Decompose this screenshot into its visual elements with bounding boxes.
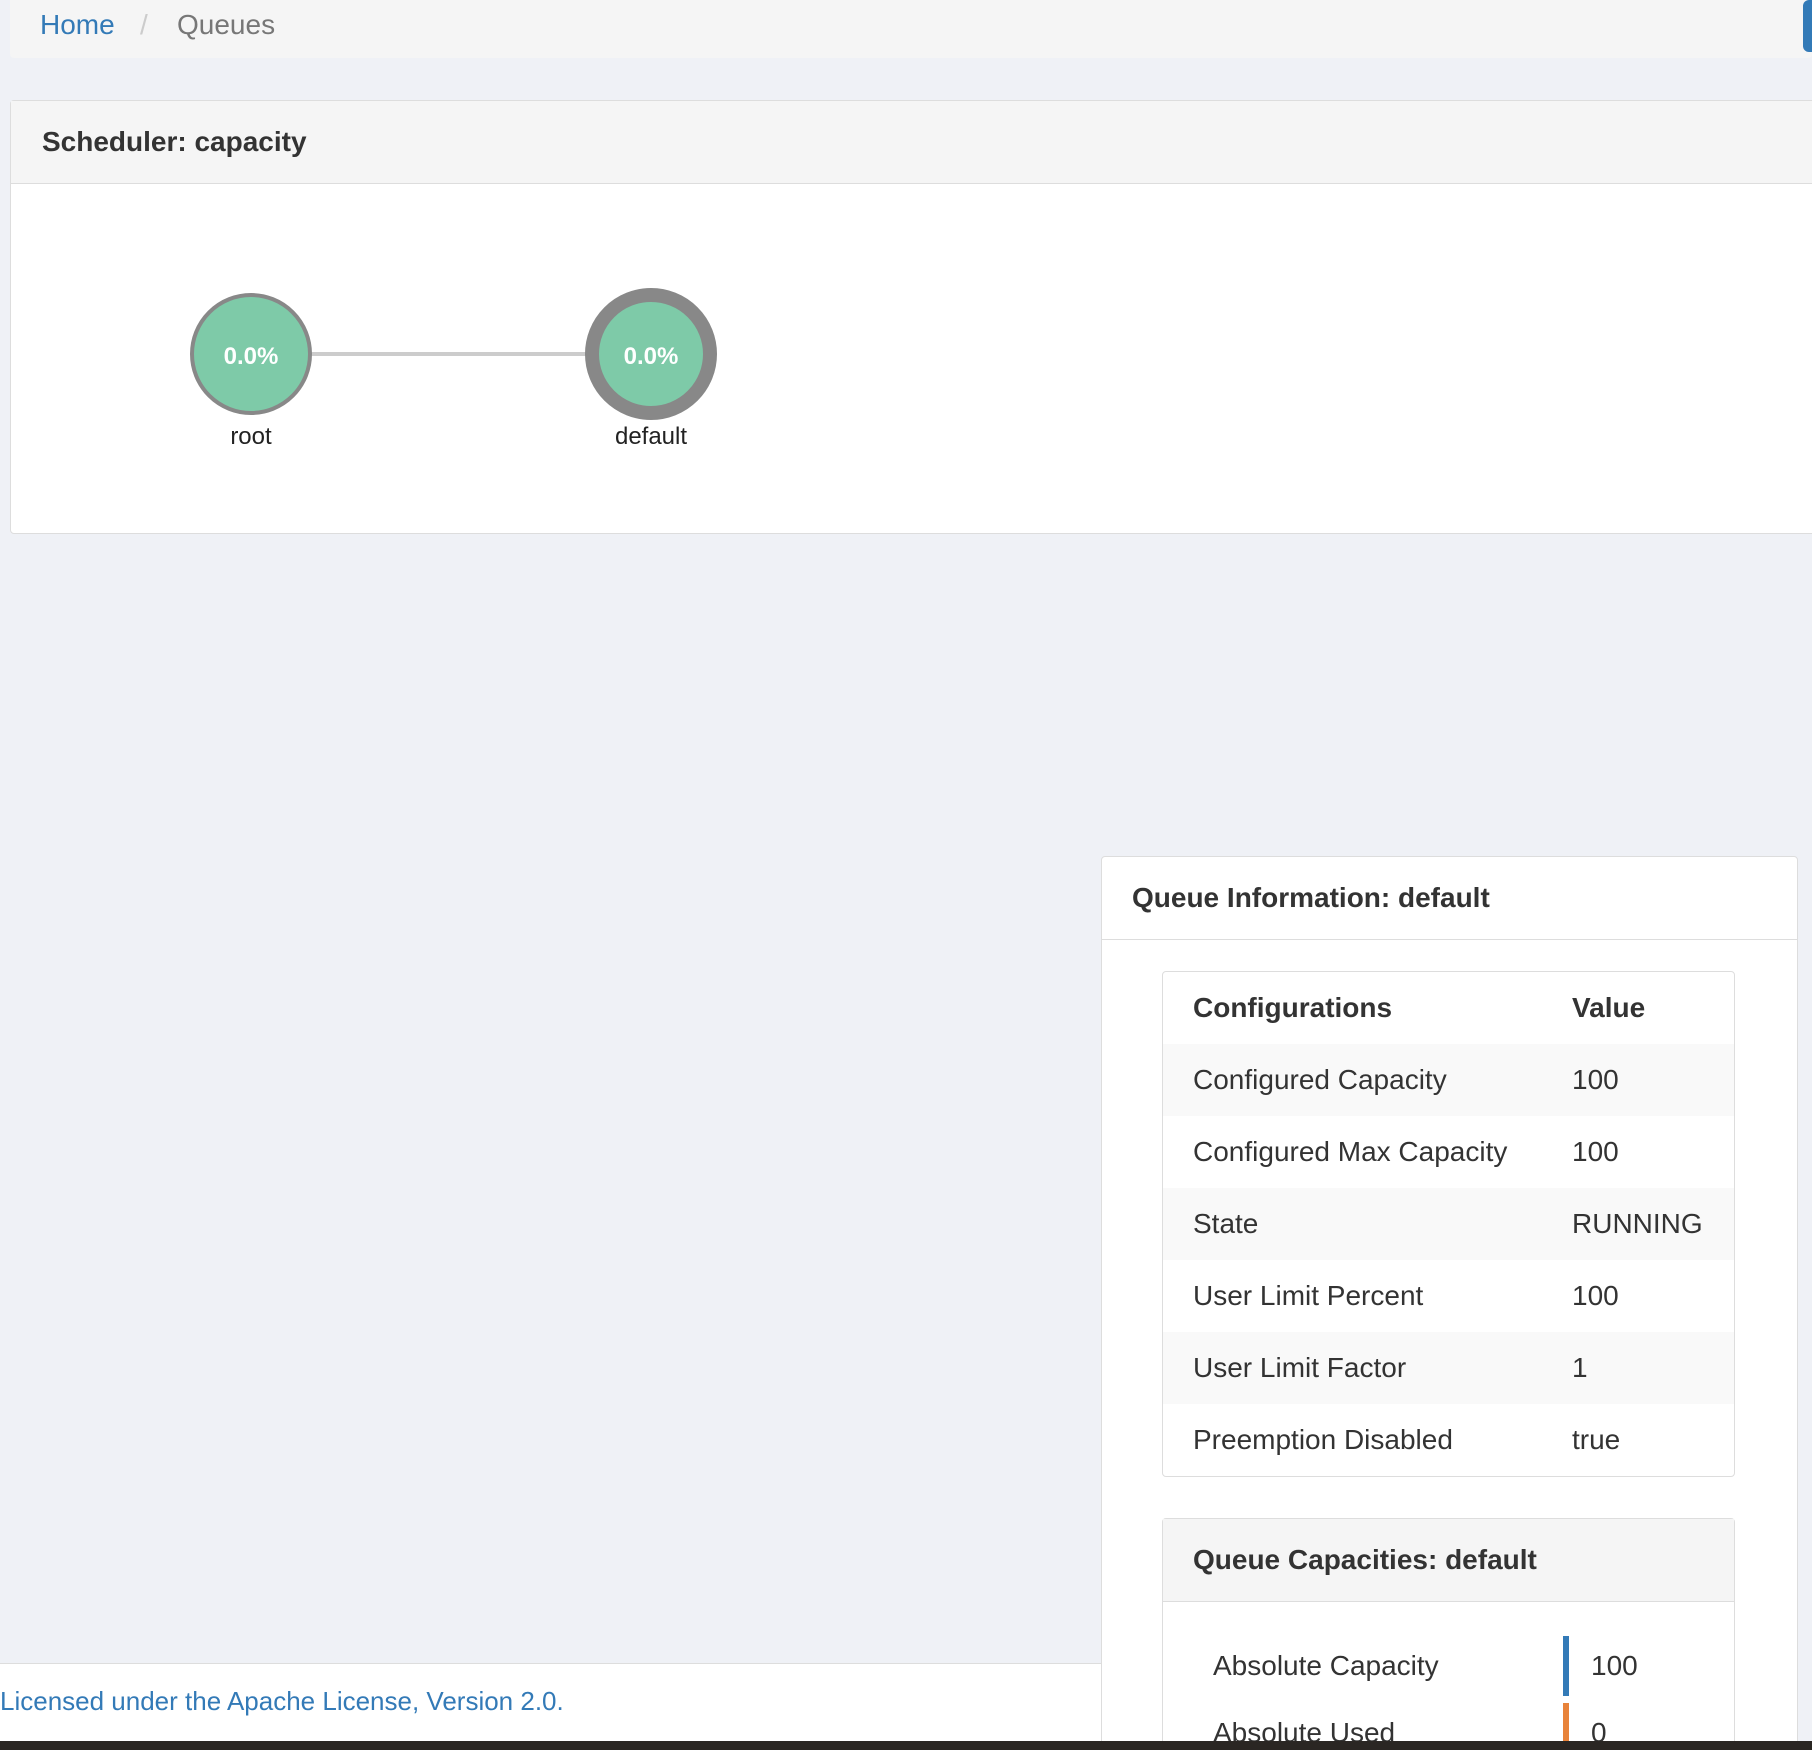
table-row: User Limit Percent 100 [1163,1260,1734,1332]
node-label: default [615,423,687,450]
config-key: Configured Capacity [1193,1064,1447,1095]
capacity-label: Absolute Capacity [1213,1650,1439,1681]
queue-node-root[interactable]: 0.0% root [190,293,312,450]
queue-info-panel: Queue Information: default Configuration… [1101,856,1798,1746]
capacity-bar [1563,1636,1569,1696]
table-row: Preemption Disabled true [1163,1404,1734,1476]
license-link[interactable]: Licensed under the Apache License, Versi… [0,1686,564,1717]
queue-tree: 0.0% root 0.0% default [190,288,717,450]
config-key: Preemption Disabled [1193,1424,1453,1455]
capacity-bar [1563,1703,1569,1745]
queue-node-default[interactable]: 0.0% default [585,288,717,450]
queue-capacities-panel: Queue Capacities: default Absolute Capac… [1162,1518,1735,1746]
capacity-row: Absolute Used 0 [1163,1703,1734,1746]
config-key: State [1193,1208,1259,1239]
breadcrumb-current: Queues [177,9,276,40]
table-row: User Limit Factor 1 [1163,1332,1734,1404]
config-key: User Limit Percent [1193,1280,1424,1311]
config-value: 100 [1572,1280,1619,1311]
config-value: 100 [1572,1064,1619,1095]
config-value: 100 [1572,1136,1619,1167]
table-header: Configurations Value [1163,972,1734,1044]
capacity-label: Absolute Used [1213,1717,1396,1746]
config-value: 1 [1572,1352,1588,1383]
footer: Licensed under the Apache License, Versi… [0,1663,1101,1742]
node-label: root [230,423,272,450]
config-key: User Limit Factor [1193,1352,1407,1383]
window-bottom-edge [0,1741,1812,1750]
capacity-value: 100 [1591,1650,1638,1681]
breadcrumb-separator: / [140,9,148,40]
queue-info-title: Queue Information: default [1102,857,1797,940]
config-key: Configured Max Capacity [1193,1136,1508,1167]
queue-capacities-title: Queue Capacities: default [1163,1519,1734,1602]
capacity-value: 0 [1591,1717,1607,1746]
capacity-row: Absolute Capacity 100 [1163,1636,1734,1696]
table-row: State RUNNING [1163,1188,1734,1260]
config-value: RUNNING [1572,1208,1703,1239]
breadcrumb: Home / Queues [10,0,1812,58]
header-configurations: Configurations [1193,992,1393,1023]
edge-tab[interactable] [1803,0,1812,52]
config-value: true [1572,1424,1621,1455]
table-row: Configured Max Capacity 100 [1163,1116,1734,1188]
node-usage: 0.0% [224,343,279,370]
table-row: Configured Capacity 100 [1163,1044,1734,1116]
scheduler-panel: Scheduler: capacity 0.0% root 0.0% defau… [10,100,1812,534]
breadcrumb-home-link[interactable]: Home [40,0,115,50]
header-value: Value [1572,992,1646,1023]
config-table: Configurations Value Configured Capacity… [1162,971,1735,1477]
node-usage: 0.0% [624,343,679,370]
